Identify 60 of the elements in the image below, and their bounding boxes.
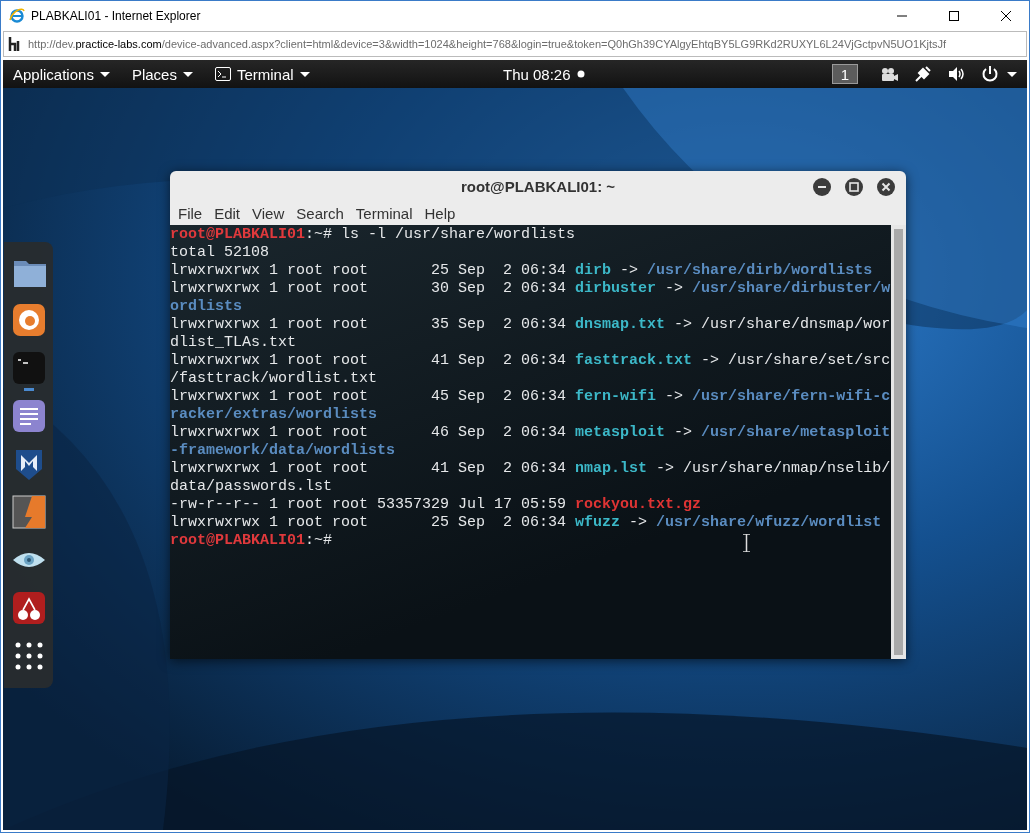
terminal-line: dlist_TLAs.txt	[170, 334, 297, 352]
terminal-line: lrwxrwxrwx 1 root root 46 Sep 2 06:34 metasploit -> /usr/share/metasploit	[170, 424, 891, 442]
close-button[interactable]	[876, 177, 896, 197]
pen-icon	[914, 65, 932, 83]
caret-icon	[1007, 71, 1017, 77]
terminal-line: lrwxrwxrwx 1 root root 30 Sep 2 06:34 dirbuster -> /usr/share/dirbuster/w	[170, 280, 891, 298]
terminal-line: total 52108	[170, 244, 270, 262]
terminal-line: root@PLABKALI01:~# ls -l /usr/share/wordlists	[170, 226, 576, 244]
power-icon	[981, 65, 999, 83]
browser-logo-icon	[9, 8, 25, 24]
panel-menu[interactable]: Places	[131, 65, 193, 83]
terminal-line: lrwxrwxrwx 1 root root 35 Sep 2 06:34 dnsmap.txt -> /usr/share/dnsmap/wor	[170, 316, 891, 334]
terminal-line: racker/extras/wordlists	[170, 406, 378, 424]
close-icon	[1001, 11, 1011, 21]
minimize-button[interactable]	[812, 177, 832, 197]
maximize-icon	[844, 177, 864, 197]
terminal-line: lrwxrwxrwx 1 root root 45 Sep 2 06:34 fern-wifi -> /usr/share/fern-wifi-c	[170, 388, 891, 406]
clock[interactable]: Thu 08:26	[503, 65, 571, 83]
menu-item[interactable]: Help	[418, 205, 462, 222]
terminal-line: /fasttrack/wordlist.txt	[170, 370, 378, 388]
caret-icon	[182, 71, 193, 77]
browser-icon	[11, 303, 46, 337]
scrollbar[interactable]	[891, 225, 906, 659]
terminal-line: -rw-r--r-- 1 root root 53357329 Jul 17 05:59 rockyou.txt.gz	[170, 496, 702, 514]
menu-item[interactable]: File	[172, 205, 209, 222]
terminal-icon	[214, 67, 231, 81]
terminal-line: data/passwords.lst	[170, 478, 333, 496]
window-title: PLABKALI01 - Internet Explorer	[31, 9, 202, 23]
text-cursor-icon	[742, 534, 751, 552]
split-square-icon	[11, 495, 46, 529]
cherry-icon	[11, 591, 46, 625]
text-editor-icon	[11, 399, 46, 433]
terminal-line: -framework/data/wordlists	[170, 442, 396, 460]
terminal-line: lrwxrwxrwx 1 root root 25 Sep 2 06:34 dirb -> /usr/share/dirb/wordlists	[170, 262, 873, 280]
terminal-line: root@PLABKALI01:~#	[170, 532, 333, 550]
menu-item[interactable]: View	[246, 205, 291, 222]
caret-icon	[99, 71, 110, 77]
terminal-line: lrwxrwxrwx 1 root root 41 Sep 2 06:34 nmap.lst -> /usr/share/nmap/nselib/	[170, 460, 891, 478]
maximize-button[interactable]	[844, 177, 864, 197]
menu-item[interactable]: Search	[290, 205, 350, 222]
close-icon	[876, 177, 896, 197]
site-icon	[8, 36, 22, 52]
terminal-line: ordlists	[170, 298, 242, 316]
volume-icon	[948, 65, 965, 83]
address-bar[interactable]: http://dev.practice-labs.com/device-advanced.aspx?client=html&device=3&width=1024&height=768&login=true&token=Q0hGh39CYAlgyEhtqBY5LG9RKd2RUXYL6L24VjGctpvN5UO1KjtsJf	[3, 31, 1027, 57]
panel-menu[interactable]: Terminal	[214, 65, 310, 83]
address-text: http://dev.practice-labs.com/device-advanced.aspx?client=html&device=3&width=1024&height=768&login=true&token=Q0hGh39CYAlgyEhtqBY5LG9RKd2RUXYL6L24VjGctpvN5UO1KjtsJf	[28, 38, 947, 50]
notification-dot-icon	[576, 70, 585, 78]
workspace-indicator[interactable]: 1	[832, 64, 858, 84]
maximize-icon	[949, 11, 959, 21]
video-camera-icon	[880, 66, 898, 82]
caret-icon	[299, 71, 310, 77]
menu-item[interactable]: Terminal	[349, 205, 419, 222]
terminal-line: lrwxrwxrwx 1 root root 41 Sep 2 06:34 fasttrack.txt -> /usr/share/set/src	[170, 352, 891, 370]
terminal-icon	[11, 351, 46, 385]
minimize-icon	[812, 177, 832, 197]
terminal-line: lrwxrwxrwx 1 root root 25 Sep 2 06:34 wfuzz -> /usr/share/wfuzz/wordlist	[170, 514, 882, 532]
menu-item[interactable]: Edit	[208, 205, 247, 222]
panel-menu[interactable]: Applications	[13, 65, 110, 83]
window-title: root@PLABKALI01: ~	[460, 178, 616, 195]
